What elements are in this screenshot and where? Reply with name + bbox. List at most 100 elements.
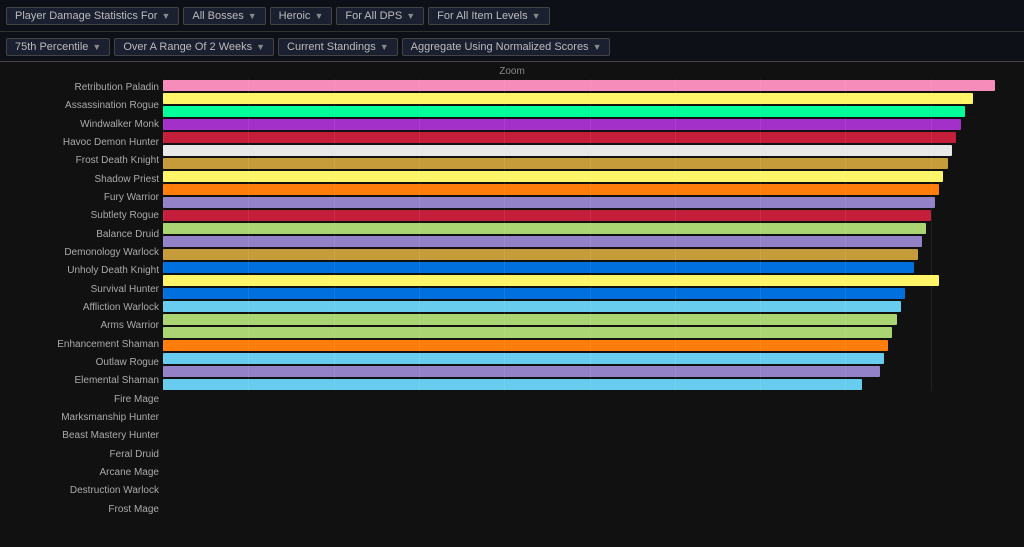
y-axis-label: Arcane Mage: [8, 468, 159, 478]
y-axis-label: Marksmanship Hunter: [8, 413, 159, 423]
bar-row: [163, 209, 1016, 222]
bar[interactable]: [163, 262, 914, 273]
toolbar2-btn-label: Current Standings: [287, 41, 376, 53]
toolbar-btn-item-level[interactable]: For All Item Levels ▼: [428, 7, 549, 25]
y-axis-label: Survival Hunter: [8, 285, 159, 295]
bar-row: [163, 274, 1016, 287]
y-axis-label: Outlaw Rogue: [8, 358, 159, 368]
toolbar2-btn-aggregate[interactable]: Aggregate Using Normalized Scores ▼: [402, 38, 611, 56]
y-axis-label: Elemental Shaman: [8, 376, 159, 386]
chart-area: Zoom Retribution PaladinAssassination Ro…: [0, 62, 1024, 547]
bar-row: [163, 339, 1016, 352]
bar-row: [163, 326, 1016, 339]
bar-row: [163, 248, 1016, 261]
dropdown-arrow-icon: ▼: [406, 11, 415, 21]
y-axis-label: Arms Warrior: [8, 321, 159, 331]
toolbar-btn-label: Heroic: [279, 10, 311, 22]
toolbar-row1: Player Damage Statistics For▼All Bosses▼…: [0, 0, 1024, 32]
bar-row: [163, 313, 1016, 326]
toolbar-btn-label: For All Item Levels: [437, 10, 527, 22]
bar-row: [163, 287, 1016, 300]
y-axis-label: Havoc Demon Hunter: [8, 138, 159, 148]
bar-row: [163, 261, 1016, 274]
y-axis-label: Windwalker Monk: [8, 120, 159, 130]
bar-row: [163, 196, 1016, 209]
bar-row: [163, 222, 1016, 235]
bar-row: [163, 352, 1016, 365]
bar[interactable]: [163, 249, 918, 260]
dropdown-arrow-icon: ▼: [380, 42, 389, 52]
bar[interactable]: [163, 184, 939, 195]
toolbar2-btn-label: 75th Percentile: [15, 41, 88, 53]
toolbar-btn-difficulty[interactable]: Heroic▼: [270, 7, 333, 25]
bar-row: [163, 378, 1016, 391]
dropdown-arrow-icon: ▼: [256, 42, 265, 52]
bar[interactable]: [163, 314, 897, 325]
y-axis-label: Frost Mage: [8, 505, 159, 515]
y-axis-labels: Retribution Paladin Assassination Rogue Wi…: [8, 79, 163, 519]
bar[interactable]: [163, 171, 943, 182]
bar-row: [163, 144, 1016, 157]
dropdown-arrow-icon: ▼: [314, 11, 323, 21]
toolbar-btn-label: For All DPS: [345, 10, 402, 22]
bar[interactable]: [163, 301, 901, 312]
bar[interactable]: [163, 197, 935, 208]
toolbar2-btn-standings[interactable]: Current Standings ▼: [278, 38, 398, 56]
bar-row: [163, 300, 1016, 313]
bar-row: [163, 365, 1016, 378]
bar-row: [163, 131, 1016, 144]
bar[interactable]: [163, 119, 961, 130]
y-axis-label: Affliction Warlock: [8, 303, 159, 313]
y-axis-label: Retribution Paladin: [8, 83, 159, 93]
y-axis-label: Subtlety Rogue: [8, 211, 159, 221]
bar[interactable]: [163, 132, 956, 143]
bar[interactable]: [163, 106, 965, 117]
bar[interactable]: [163, 327, 892, 338]
bar-row: [163, 92, 1016, 105]
y-axis-label: Demonology Warlock: [8, 248, 159, 258]
bars-section: [163, 79, 1016, 391]
bar[interactable]: [163, 288, 905, 299]
bar[interactable]: [163, 210, 931, 221]
bar[interactable]: [163, 275, 939, 286]
bar-row: [163, 157, 1016, 170]
toolbar-btn-stat-type[interactable]: Player Damage Statistics For ▼: [6, 7, 179, 25]
bar-row: [163, 183, 1016, 196]
toolbar-btn-role-filter[interactable]: For All DPS ▼: [336, 7, 424, 25]
y-axis-label: Assassination Rogue: [8, 101, 159, 111]
bar[interactable]: [163, 93, 973, 104]
bar-row: [163, 235, 1016, 248]
bar[interactable]: [163, 366, 880, 377]
y-axis-label: Unholy Death Knight: [8, 266, 159, 276]
toolbar2-btn-label: Aggregate Using Normalized Scores: [411, 41, 589, 53]
bar-row: [163, 79, 1016, 92]
y-axis-label: Beast Mastery Hunter: [8, 431, 159, 441]
toolbar2-btn-percentile[interactable]: 75th Percentile▼: [6, 38, 110, 56]
y-axis-label: Frost Death Knight: [8, 156, 159, 166]
dropdown-arrow-icon: ▼: [161, 11, 170, 21]
dropdown-arrow-icon: ▼: [248, 11, 257, 21]
y-axis-label: Destruction Warlock: [8, 486, 159, 496]
y-axis-label: Fire Mage: [8, 395, 159, 405]
y-axis-label: Enhancement Shaman: [8, 340, 159, 350]
bar[interactable]: [163, 80, 995, 91]
bar[interactable]: [163, 340, 888, 351]
bar[interactable]: [163, 236, 922, 247]
dropdown-arrow-icon: ▼: [593, 42, 602, 52]
y-axis-label: Fury Warrior: [8, 193, 159, 203]
toolbar-row2: 75th Percentile▼Over A Range Of 2 Weeks▼…: [0, 32, 1024, 62]
bar-row: [163, 118, 1016, 131]
toolbar-btn-boss-filter[interactable]: All Bosses▼: [183, 7, 265, 25]
bar[interactable]: [163, 379, 862, 390]
bar-row: [163, 170, 1016, 183]
toolbar2-btn-time-range[interactable]: Over A Range Of 2 Weeks ▼: [114, 38, 274, 56]
bar[interactable]: [163, 353, 884, 364]
bar[interactable]: [163, 223, 926, 234]
toolbar-btn-label: Player Damage Statistics For: [15, 10, 157, 22]
bar[interactable]: [163, 145, 952, 156]
y-axis-label: Feral Druid: [8, 450, 159, 460]
bar-row: [163, 105, 1016, 118]
dropdown-arrow-icon: ▼: [532, 11, 541, 21]
bar[interactable]: [163, 158, 948, 169]
toolbar2-btn-label: Over A Range Of 2 Weeks: [123, 41, 252, 53]
